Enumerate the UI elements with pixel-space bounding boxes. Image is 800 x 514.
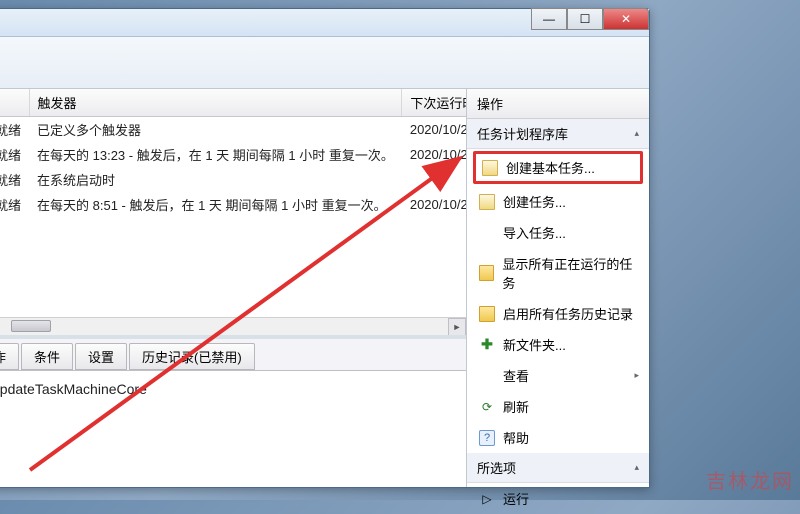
group-selected-label: 所选项	[477, 458, 516, 477]
action-new-folder[interactable]: ✚ 新文件夹...	[467, 329, 649, 360]
detail-text: gleUpdateTaskMachineCore	[0, 381, 147, 397]
group-selected[interactable]: 所选项 ▴	[467, 453, 649, 483]
detail-tabs: 操作 条件 设置 历史记录(已禁用)	[0, 339, 466, 370]
collapse-icon: ▴	[634, 462, 639, 473]
action-label: 刷新	[503, 397, 529, 416]
action-label: 创建任务...	[503, 192, 566, 211]
group-library-label: 任务计划程序库	[477, 124, 568, 143]
create-task-icon	[479, 194, 495, 210]
scroll-right-arrow[interactable]: ►	[448, 318, 466, 336]
cell-trigger: 在每天的 13:23 - 触发后，在 1 天 期间每隔 1 小时 重复一次。	[29, 142, 402, 167]
cell-next_run: 2020/10/25 11:2	[402, 142, 466, 167]
horizontal-scrollbar[interactable]: ◄ ►	[0, 317, 466, 335]
help-icon: ?	[479, 430, 495, 446]
actions-pane-header: 操作	[467, 89, 649, 119]
plus-icon: ✚	[479, 337, 495, 353]
cell-status: 准备就绪	[0, 117, 29, 143]
action-label: 导入任务...	[503, 223, 566, 242]
action-label: 帮助	[503, 428, 529, 447]
tab-conditions[interactable]: 条件	[21, 343, 73, 370]
toolbar-area	[0, 37, 649, 89]
task-list: 状态 触发器 下次运行时间 准备就绪已定义多个触发器2020/10/25 13:…	[0, 89, 466, 339]
detail-body: gleUpdateTaskMachineCore	[0, 370, 466, 487]
action-view[interactable]: 查看 ▸	[467, 360, 649, 391]
action-create-task[interactable]: 创建任务...	[467, 186, 649, 217]
window-controls: — ☐ ✕	[531, 8, 649, 30]
cell-trigger: 在每天的 8:51 - 触发后，在 1 天 期间每隔 1 小时 重复一次。	[29, 192, 402, 217]
action-label: 运行	[503, 489, 529, 508]
action-label: 启用所有任务历史记录	[503, 304, 633, 323]
maximize-button[interactable]: ☐	[567, 8, 603, 30]
table-header-row: 状态 触发器 下次运行时间	[0, 89, 466, 117]
action-import-task[interactable]: 导入任务...	[467, 217, 649, 248]
import-icon	[479, 225, 495, 241]
table-row[interactable]: 准备就绪在每天的 8:51 - 触发后，在 1 天 期间每隔 1 小时 重复一次…	[0, 192, 466, 217]
cell-trigger: 在系统启动时	[29, 167, 402, 192]
view-icon	[479, 368, 495, 384]
table-row[interactable]: 准备就绪在系统启动时	[0, 167, 466, 192]
tab-actions[interactable]: 操作	[0, 343, 19, 370]
history-icon	[479, 306, 495, 322]
run-icon: ▷	[479, 491, 495, 507]
cell-status: 准备就绪	[0, 167, 29, 192]
actions-pane: 操作 任务计划程序库 ▴ 创建基本任务... 创建任务... 导入任务... 显…	[467, 89, 649, 487]
cell-status: 准备就绪	[0, 192, 29, 217]
running-tasks-icon	[479, 265, 494, 281]
group-library[interactable]: 任务计划程序库 ▴	[467, 119, 649, 149]
action-refresh[interactable]: ⟳ 刷新	[467, 391, 649, 422]
action-show-running[interactable]: 显示所有正在运行的任务	[467, 248, 649, 298]
table-row[interactable]: 准备就绪已定义多个触发器2020/10/25 13:2	[0, 117, 466, 143]
cell-next_run: 2020/10/25 13:2	[402, 117, 466, 143]
titlebar: — ☐ ✕	[0, 9, 649, 37]
close-button[interactable]: ✕	[603, 8, 649, 30]
action-label: 查看	[503, 366, 529, 385]
create-basic-task-icon	[482, 160, 498, 176]
tab-history[interactable]: 历史记录(已禁用)	[129, 343, 255, 370]
cell-trigger: 已定义多个触发器	[29, 117, 402, 143]
col-trigger[interactable]: 触发器	[29, 89, 402, 117]
action-help[interactable]: ? 帮助	[467, 422, 649, 453]
action-run[interactable]: ▷ 运行	[467, 483, 649, 514]
col-status[interactable]: 状态	[0, 89, 29, 117]
task-scheduler-window: — ☐ ✕ 状态 触发器 下次运行时间	[0, 8, 650, 488]
col-next-run[interactable]: 下次运行时间	[402, 89, 466, 117]
cell-next_run	[402, 167, 466, 192]
minimize-button[interactable]: —	[531, 8, 567, 30]
cell-status: 准备就绪	[0, 142, 29, 167]
action-enable-history[interactable]: 启用所有任务历史记录	[467, 298, 649, 329]
action-create-basic-task[interactable]: 创建基本任务...	[473, 151, 643, 184]
action-label: 显示所有正在运行的任务	[502, 254, 639, 292]
action-label: 新文件夹...	[503, 335, 566, 354]
table-row[interactable]: 准备就绪在每天的 13:23 - 触发后，在 1 天 期间每隔 1 小时 重复一…	[0, 142, 466, 167]
collapse-icon: ▴	[634, 128, 639, 139]
scroll-thumb[interactable]	[11, 320, 51, 332]
refresh-icon: ⟳	[479, 399, 495, 415]
tab-settings[interactable]: 设置	[75, 343, 127, 370]
watermark: 吉林龙网	[706, 465, 794, 494]
main-pane: 状态 触发器 下次运行时间 准备就绪已定义多个触发器2020/10/25 13:…	[0, 89, 467, 487]
cell-next_run: 2020/10/29 11:5	[402, 192, 466, 217]
chevron-right-icon: ▸	[634, 370, 639, 381]
action-label: 创建基本任务...	[506, 158, 595, 177]
